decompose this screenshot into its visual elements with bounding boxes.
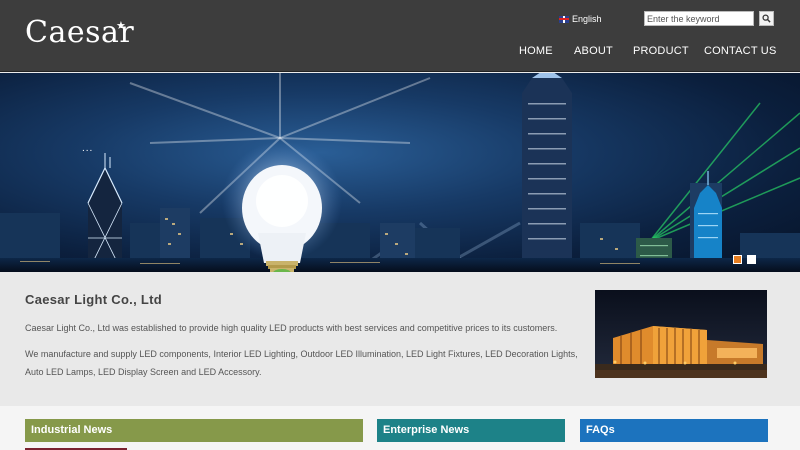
banner-dots-decoration: ... (82, 143, 94, 154)
language-selector[interactable]: English (559, 13, 602, 25)
tab-enterprise-news[interactable]: Enterprise News (377, 419, 565, 442)
search-button[interactable] (759, 11, 774, 26)
uk-flag-icon (559, 15, 569, 23)
company-building-image[interactable] (595, 290, 767, 378)
logo-star-icon: ★ (116, 20, 126, 32)
intro-paragraph-1: Caesar Light Co., Ltd was established to… (25, 323, 558, 333)
search-input[interactable] (644, 11, 754, 26)
language-label: English (572, 14, 602, 24)
site-header: Caesar ★ English HOME ABOUT PRODUCT CONT… (0, 0, 800, 72)
nav-home[interactable]: HOME (519, 45, 553, 57)
city-night-skyline-image (0, 73, 800, 272)
hero-banner: ... (0, 73, 800, 272)
tab-industrial-news[interactable]: Industrial News (25, 419, 363, 442)
nav-product[interactable]: PRODUCT (633, 45, 689, 57)
nav-about[interactable]: ABOUT (574, 45, 613, 57)
slide-dot-2[interactable] (747, 255, 756, 264)
nav-contact-us[interactable]: CONTACT US (704, 45, 777, 57)
company-intro-section: Caesar Light Co., Ltd Caesar Light Co., … (0, 272, 800, 406)
news-tabs-section: Industrial News Enterprise News FAQs (0, 406, 800, 450)
slide-dot-1[interactable] (733, 255, 742, 264)
search-icon (762, 14, 771, 23)
intro-paragraph-2: We manufacture and supply LED components… (25, 349, 578, 377)
building-night-photo (595, 290, 767, 378)
company-title: Caesar Light Co., Ltd (25, 292, 163, 307)
tab-faqs[interactable]: FAQs (580, 419, 768, 442)
